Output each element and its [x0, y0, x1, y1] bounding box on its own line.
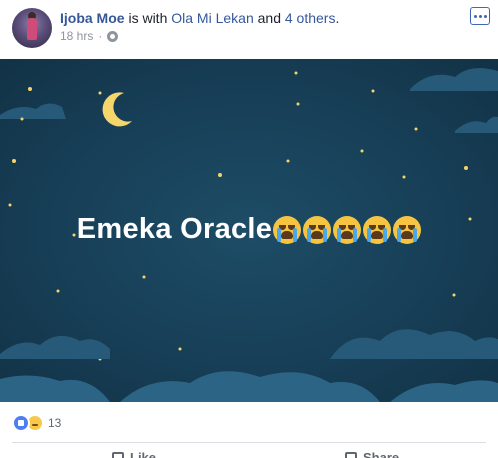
cloud-top-left	[0, 103, 66, 119]
others-link[interactable]: 4 others	[285, 10, 336, 26]
reaction-count[interactable]: 13	[48, 416, 61, 430]
dot-icon	[483, 14, 487, 18]
share-icon	[345, 451, 357, 458]
cloud-right	[455, 116, 498, 133]
like-reaction-icon	[12, 414, 30, 432]
author-avatar[interactable]	[12, 8, 52, 48]
star	[402, 175, 406, 179]
share-label: Share	[363, 450, 400, 458]
like-button[interactable]: Like	[112, 450, 156, 458]
star	[294, 71, 298, 75]
star	[142, 275, 146, 279]
cloud-bottom-left	[0, 335, 110, 359]
post-header: Ijoba Moe is with Ola Mi Lekan and 4 oth…	[0, 0, 498, 58]
star	[371, 89, 375, 93]
loudly-crying-emoji-icon	[273, 216, 302, 245]
photo-caption: Emeka Oracle	[0, 213, 498, 246]
like-label: Like	[130, 450, 157, 458]
caption-text: Emeka Oracle	[76, 213, 273, 245]
star	[452, 293, 456, 297]
star	[414, 127, 418, 131]
star	[56, 289, 60, 293]
cloud-bottom-right	[330, 329, 498, 359]
with-text: is with	[124, 10, 172, 26]
thumbs-up-icon	[112, 451, 124, 458]
star	[28, 87, 32, 91]
more-options-button[interactable]	[470, 7, 490, 25]
tagged-user-link[interactable]: Ola Mi Lekan	[171, 10, 253, 26]
star	[98, 91, 102, 95]
star	[286, 159, 290, 163]
post-card: Ijoba Moe is with Ola Mi Lekan and 4 oth…	[0, 0, 498, 458]
star	[8, 203, 12, 207]
dot-icon	[473, 14, 477, 18]
period-text: .	[335, 10, 340, 26]
loudly-crying-emoji-icon	[393, 216, 422, 245]
author-name[interactable]: Ijoba Moe	[60, 10, 125, 26]
star	[296, 102, 300, 106]
crying-emoji-row	[273, 216, 422, 245]
star	[218, 173, 222, 177]
cloud-top-right	[410, 68, 498, 91]
loudly-crying-emoji-icon	[363, 216, 392, 245]
loudly-crying-emoji-icon	[303, 216, 332, 245]
reactions-summary[interactable]: 13	[12, 414, 61, 432]
post-meta: 18 hrs ·	[60, 29, 119, 43]
cloud-bottom-center	[120, 371, 380, 402]
cloud-bottom-far-right	[390, 380, 498, 402]
loudly-crying-emoji-icon	[333, 216, 362, 245]
share-button[interactable]: Share	[345, 450, 399, 458]
and-text: and	[253, 10, 285, 26]
star	[464, 166, 468, 170]
post-header-line: Ijoba Moe is with Ola Mi Lekan and 4 oth…	[60, 9, 339, 27]
globe-icon[interactable]	[107, 30, 119, 42]
actions-divider	[12, 442, 486, 443]
meta-separator: ·	[98, 29, 103, 43]
moon-icon	[102, 92, 132, 127]
cloud-bottom-far-left	[0, 375, 110, 402]
star	[12, 159, 16, 163]
timestamp[interactable]: 18 hrs	[60, 29, 93, 43]
star	[20, 117, 24, 121]
post-photo[interactable]: Emeka Oracle	[0, 59, 498, 402]
dot-icon	[478, 14, 482, 18]
star	[360, 149, 364, 153]
avatar-figure	[27, 18, 37, 40]
star	[178, 347, 182, 351]
